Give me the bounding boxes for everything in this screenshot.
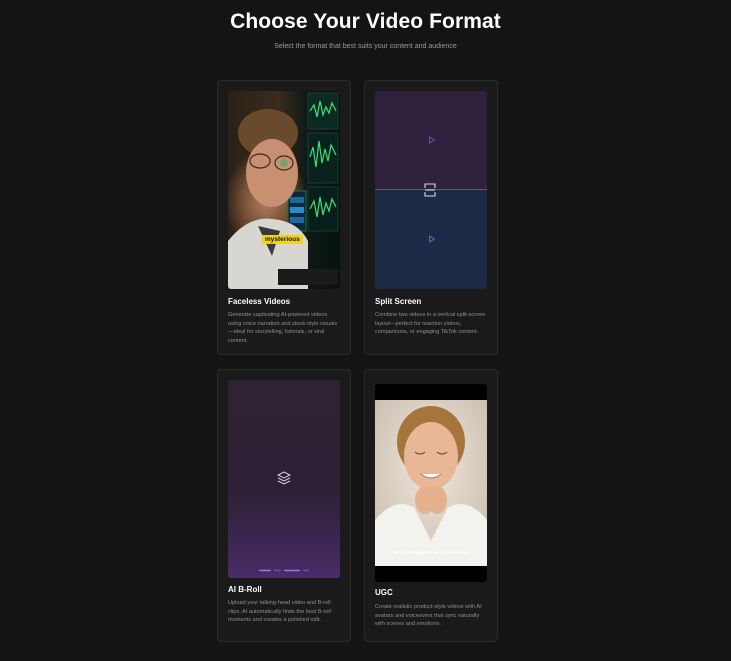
format-card-ai-b-roll[interactable]: AI B-Roll Upload your talking-head video… [217,369,351,642]
card-title: Faceless Videos [228,297,291,306]
ugc-caption: Mein Anti-age Gb - el time le to tra [393,550,469,555]
card-title: UGC [375,588,393,597]
play-icon [429,235,436,243]
format-card-split-screen[interactable]: Split Screen Combine two videos in a ver… [364,80,498,355]
card-description: Create realistic product-style videos wi… [375,604,482,628]
card-description: Upload your talking-head video and B-rol… [228,600,331,624]
page-subtitle: Select the format that best suits your c… [274,43,457,50]
preview-tag: mysterious [262,235,303,244]
format-card-faceless[interactable]: mysterious Faceless Videos Generate capt… [217,80,351,355]
progress-dots [259,569,309,572]
page-title: Choose Your Video Format [230,10,501,33]
split-screen-icon [424,183,436,197]
card-description: Combine two videos in a vertical split-s… [375,312,486,336]
card-title: Split Screen [375,297,422,306]
format-card-ugc[interactable]: Mein Anti-age Gb - el time le to tra UGC… [364,369,498,642]
ugc-avatar-image [375,400,487,566]
card-title: AI B-Roll [228,585,262,594]
faceless-illustration [228,92,339,289]
play-icon [429,136,436,144]
layers-icon [276,471,292,485]
faceless-preview: mysterious [228,91,340,289]
ugc-preview: Mein Anti-age Gb - el time le to tra [375,384,487,582]
split-screen-preview [375,91,487,289]
b-roll-preview [228,380,340,578]
card-description: Generate captivating AI-powered videos u… [228,312,338,344]
